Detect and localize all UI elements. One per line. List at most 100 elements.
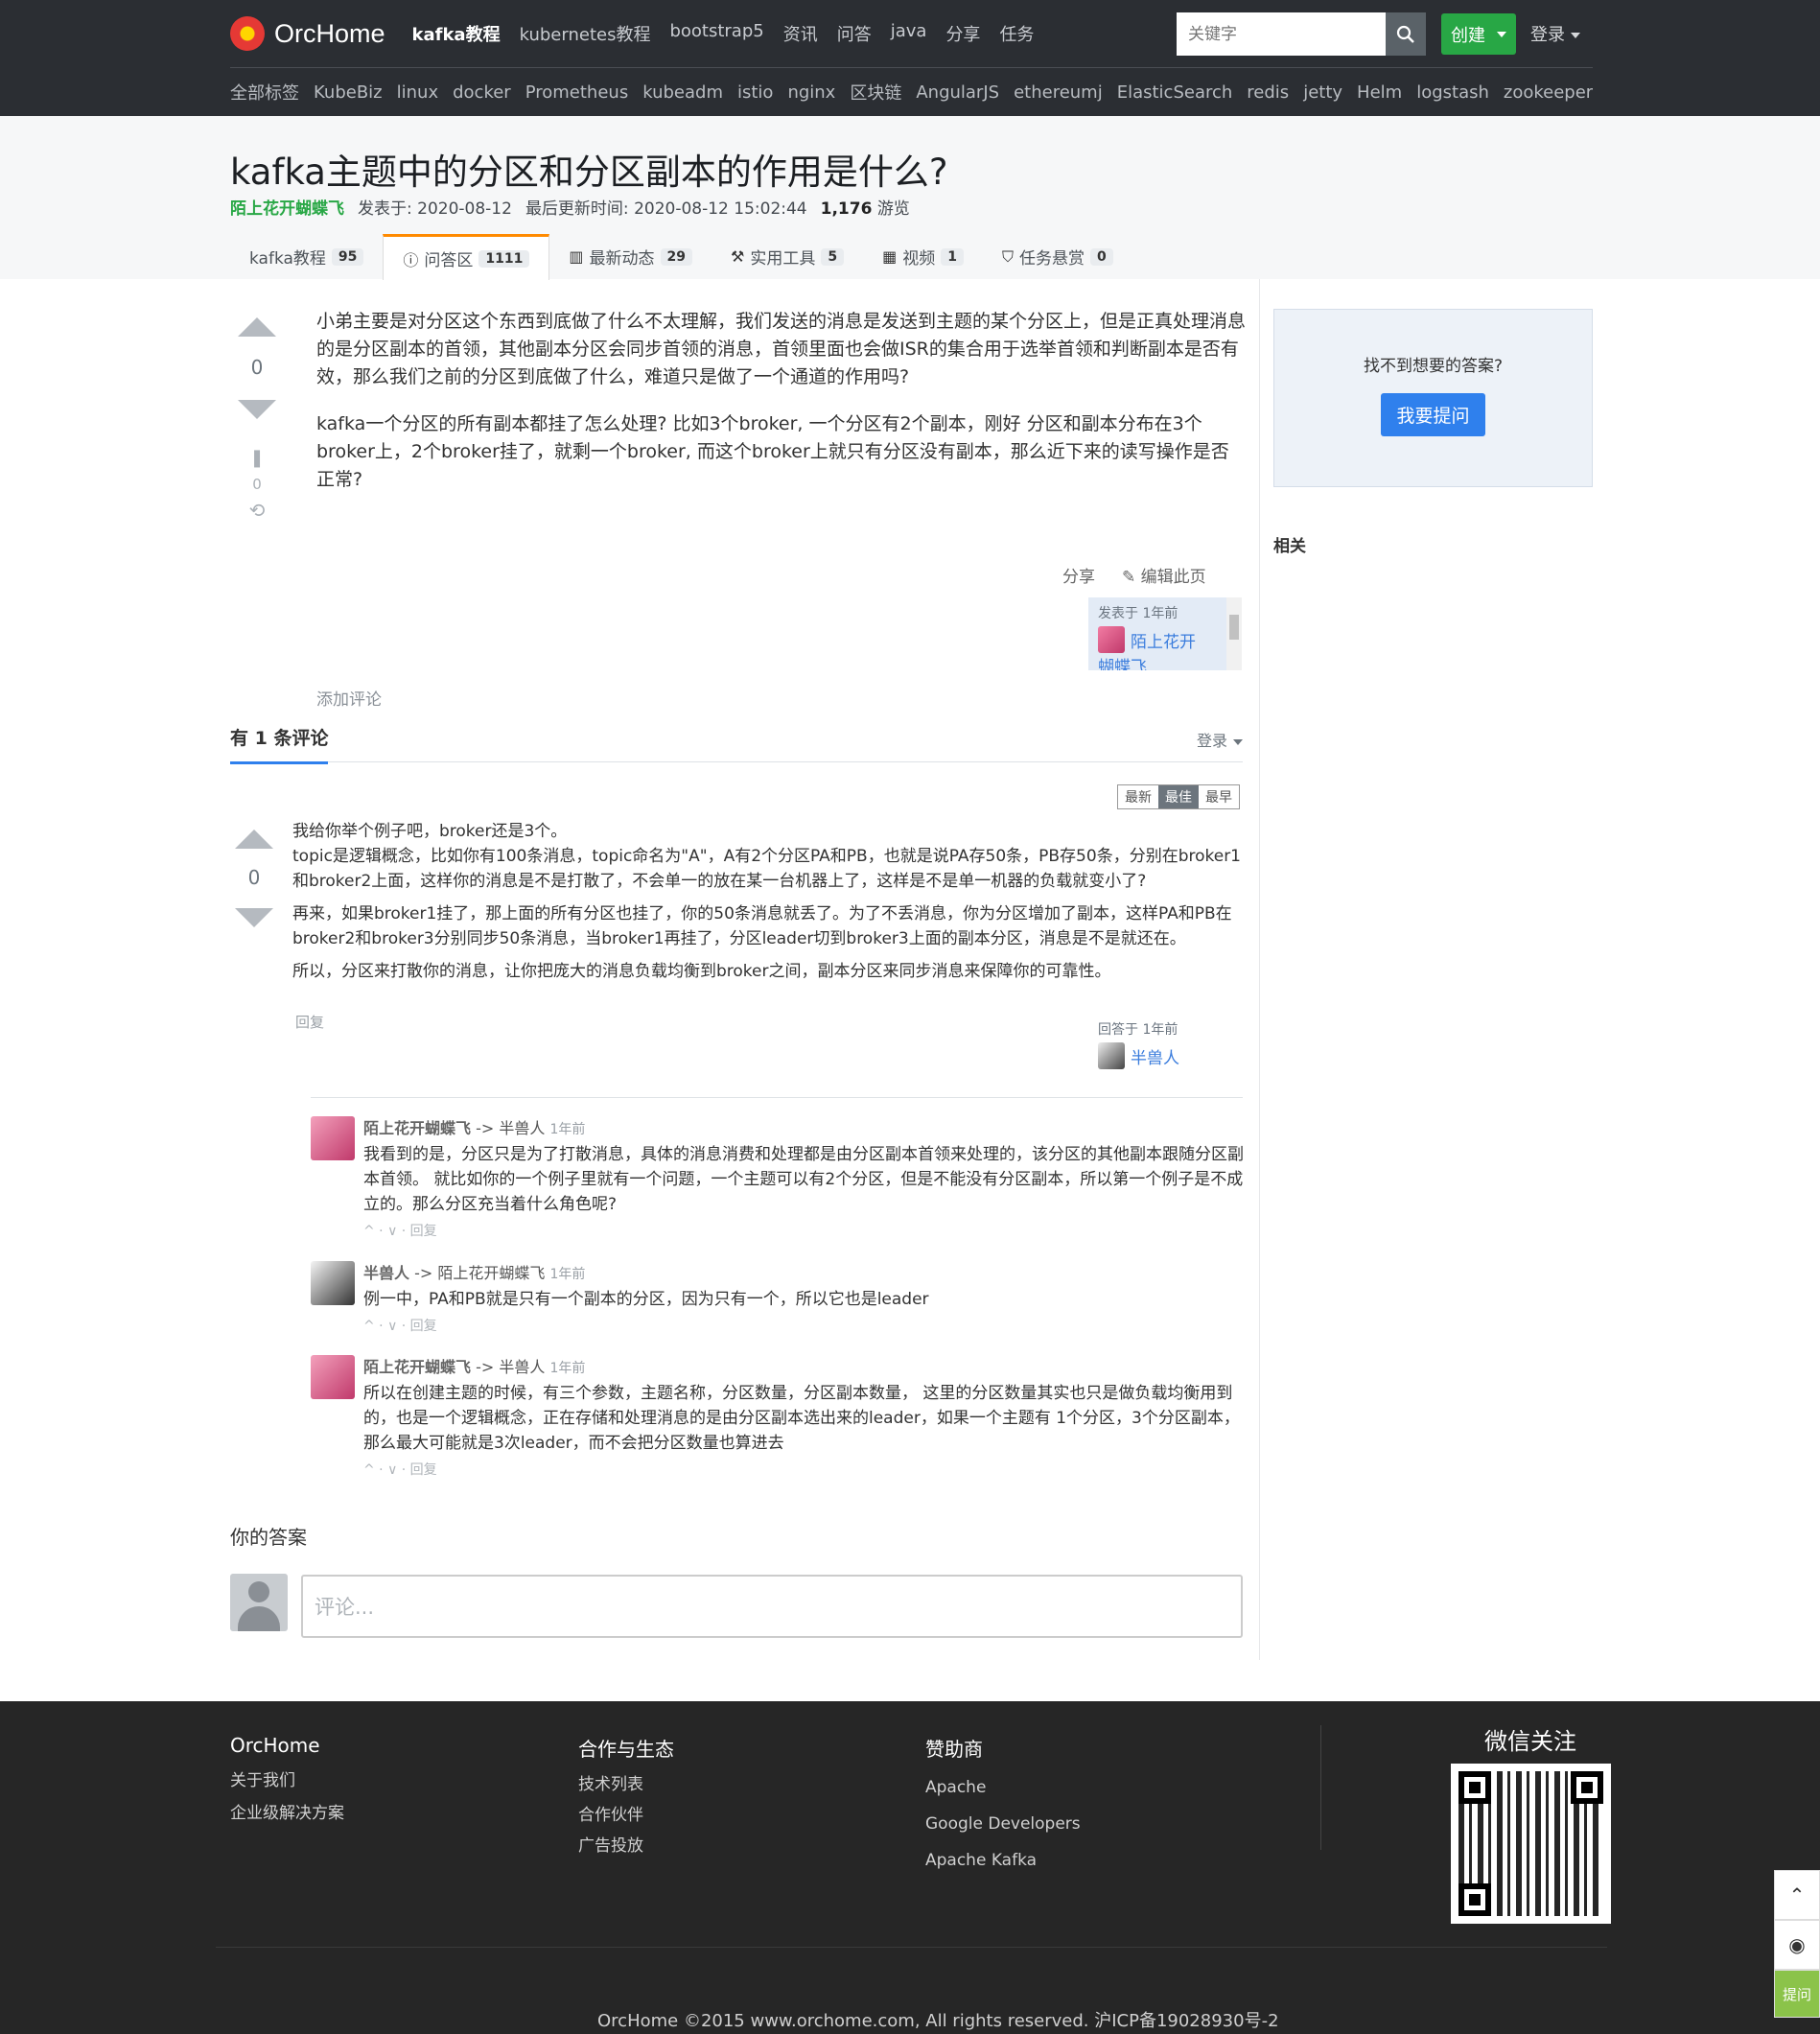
tag-link[interactable]: 全部标签: [230, 80, 299, 105]
add-comment-link[interactable]: 添加评论: [316, 686, 382, 710]
sort-best[interactable]: 最佳: [1158, 785, 1199, 808]
search-form: [1177, 12, 1426, 56]
tag-link[interactable]: kubeadm: [642, 82, 723, 103]
watch-button[interactable]: ◉: [1774, 1920, 1820, 1970]
nav-item-tasks[interactable]: 任务: [999, 21, 1034, 46]
answer-reply-link[interactable]: 回复: [295, 1012, 324, 1032]
tag-link[interactable]: ethereumj: [1014, 82, 1103, 103]
bookmark-icon[interactable]: ❚: [238, 448, 276, 468]
comment-text: 我看到的是，分区只是为了打散消息，具体的消息消费和处理都是由分区副本首领来处理的…: [363, 1145, 1244, 1214]
tab-count: 1: [941, 247, 964, 266]
tag-link[interactable]: istio: [737, 82, 773, 103]
comment-target[interactable]: 半兽人: [499, 1119, 545, 1137]
tab-latest[interactable]: ▥ 最新动态 29: [549, 234, 712, 279]
comment-author[interactable]: 陌上花开蝴蝶飞: [363, 1119, 471, 1137]
search-button[interactable]: [1386, 12, 1426, 56]
tag-link[interactable]: AngularJS: [916, 82, 999, 103]
float-ask-button[interactable]: 提问: [1774, 1970, 1820, 2018]
scrollbar[interactable]: [1226, 597, 1242, 670]
comment-item: 陌上花开蝴蝶飞 -> 半兽人 1年前 所以在创建主题的时候，有三个参数，主题名称…: [311, 1355, 1246, 1483]
footer-link[interactable]: Apache: [925, 1769, 1081, 1806]
footer-heading: 合作与生态: [578, 1738, 674, 1761]
nav-item-kafka[interactable]: kafka教程: [412, 21, 501, 46]
top-navbar: OrcHome kafka教程 kubernetes教程 bootstrap5 …: [0, 0, 1820, 116]
tag-link[interactable]: nginx: [787, 82, 835, 103]
tag-link[interactable]: logstash: [1416, 82, 1489, 103]
share-link[interactable]: 分享: [1062, 563, 1095, 587]
upvote-icon[interactable]: [235, 830, 273, 849]
tag-link[interactable]: jetty: [1303, 82, 1342, 103]
tab-video[interactable]: ▦ 视频 1: [863, 234, 983, 279]
comment-actions[interactable]: ^ · ∨ · 回复: [363, 1314, 1246, 1339]
answers-header: 有 1 条评论 登录: [230, 714, 1243, 764]
tab-bounty[interactable]: ⛉ 任务悬赏 0: [983, 234, 1132, 279]
footer-col-about: OrcHome 关于我们 企业级解决方案: [230, 1734, 344, 1830]
footer-link[interactable]: Apache Kafka: [925, 1842, 1081, 1879]
comment-actions[interactable]: ^ · ∨ · 回复: [363, 1219, 1246, 1244]
tab-qa[interactable]: ⓘ 问答区 1111: [383, 234, 550, 280]
nav-item-share[interactable]: 分享: [945, 21, 980, 46]
views-label: 游览: [876, 199, 910, 219]
answer-paragraph: 我给你举个例子吧，broker还是3个。: [292, 822, 568, 841]
answered-user[interactable]: 半兽人: [1098, 1042, 1179, 1069]
downvote-icon[interactable]: [235, 908, 273, 927]
footer-link[interactable]: 广告投放: [578, 1831, 674, 1861]
history-icon[interactable]: ⟲: [238, 499, 276, 522]
comment-author[interactable]: 半兽人: [363, 1264, 409, 1282]
comment-target[interactable]: 陌上花开蝴蝶飞: [437, 1264, 545, 1282]
comment-actions[interactable]: ^ · ∨ · 回复: [363, 1458, 1246, 1483]
tag-link[interactable]: zookeeper: [1504, 82, 1593, 103]
search-input[interactable]: [1177, 12, 1386, 56]
edit-page-link[interactable]: ✎ 编辑此页: [1122, 563, 1206, 587]
login-dropdown[interactable]: 登录: [1530, 21, 1580, 46]
asked-label: 发表于 1年前: [1098, 606, 1178, 621]
scroll-top-button[interactable]: ⌃: [1774, 1870, 1820, 1920]
tag-link[interactable]: linux: [397, 82, 438, 103]
tag-link[interactable]: Helm: [1357, 82, 1402, 103]
tab-tools[interactable]: ⚒ 实用工具 5: [712, 234, 863, 279]
avatar: [230, 1574, 288, 1631]
avatar[interactable]: [311, 1261, 355, 1305]
site-logo[interactable]: OrcHome: [230, 16, 385, 51]
sort-oldest[interactable]: 最早: [1199, 785, 1239, 808]
tag-link[interactable]: docker: [453, 82, 511, 103]
footer-link[interactable]: 企业级解决方案: [230, 1797, 344, 1830]
tag-link[interactable]: KubeBiz: [314, 82, 383, 103]
footer-link[interactable]: 合作伙伴: [578, 1800, 674, 1831]
avatar[interactable]: [311, 1116, 355, 1160]
tag-link[interactable]: Prometheus: [525, 82, 629, 103]
tag-link[interactable]: redis: [1247, 82, 1289, 103]
edit-icon: ✎: [1122, 568, 1136, 587]
answers-login-dropdown[interactable]: 登录: [1197, 728, 1243, 751]
scrollbar-thumb[interactable]: [1229, 615, 1239, 640]
author-link[interactable]: 陌上花开蝴蝶飞: [230, 195, 344, 219]
nav-item-java[interactable]: java: [891, 21, 927, 46]
footer-link[interactable]: 技术列表: [578, 1769, 674, 1800]
downvote-icon[interactable]: [238, 400, 276, 419]
bookmark-count: 0: [252, 476, 262, 493]
tag-link[interactable]: 区块链: [850, 80, 901, 105]
tag-link[interactable]: ElasticSearch: [1117, 82, 1233, 103]
asked-user-name-cont: 蝴蝶飞: [1098, 658, 1147, 670]
footer-link[interactable]: Google Developers: [925, 1806, 1081, 1842]
nav-item-kubernetes[interactable]: kubernetes教程: [520, 21, 651, 46]
comment-time: 1年前: [549, 1267, 586, 1282]
divider: [311, 1097, 1243, 1098]
nav-item-bootstrap5[interactable]: bootstrap5: [669, 21, 763, 46]
asked-user[interactable]: 陌上花开: [1098, 626, 1232, 653]
footer: OrcHome 关于我们 企业级解决方案 合作与生态 技术列表 合作伙伴 广告投…: [0, 1701, 1820, 2034]
avatar[interactable]: [311, 1355, 355, 1399]
footer-link[interactable]: 关于我们: [230, 1765, 344, 1797]
comment-target[interactable]: 半兽人: [499, 1358, 545, 1376]
ask-question-button[interactable]: 我要提问: [1381, 393, 1485, 436]
upvote-icon[interactable]: [238, 317, 276, 337]
nav-item-qa[interactable]: 问答: [837, 21, 872, 46]
comment-author[interactable]: 陌上花开蝴蝶飞: [363, 1358, 471, 1376]
create-button[interactable]: 创建: [1441, 13, 1516, 55]
nav-item-news[interactable]: 资讯: [783, 21, 818, 46]
tab-kafka-tutorial[interactable]: kafka教程 95: [230, 234, 383, 279]
answer-input[interactable]: 评论...: [301, 1575, 1243, 1638]
main-nav: kafka教程 kubernetes教程 bootstrap5 资讯 问答 ja…: [412, 21, 1035, 46]
view-count: 1,176 游览: [821, 195, 910, 219]
sort-newest[interactable]: 最新: [1118, 785, 1158, 808]
